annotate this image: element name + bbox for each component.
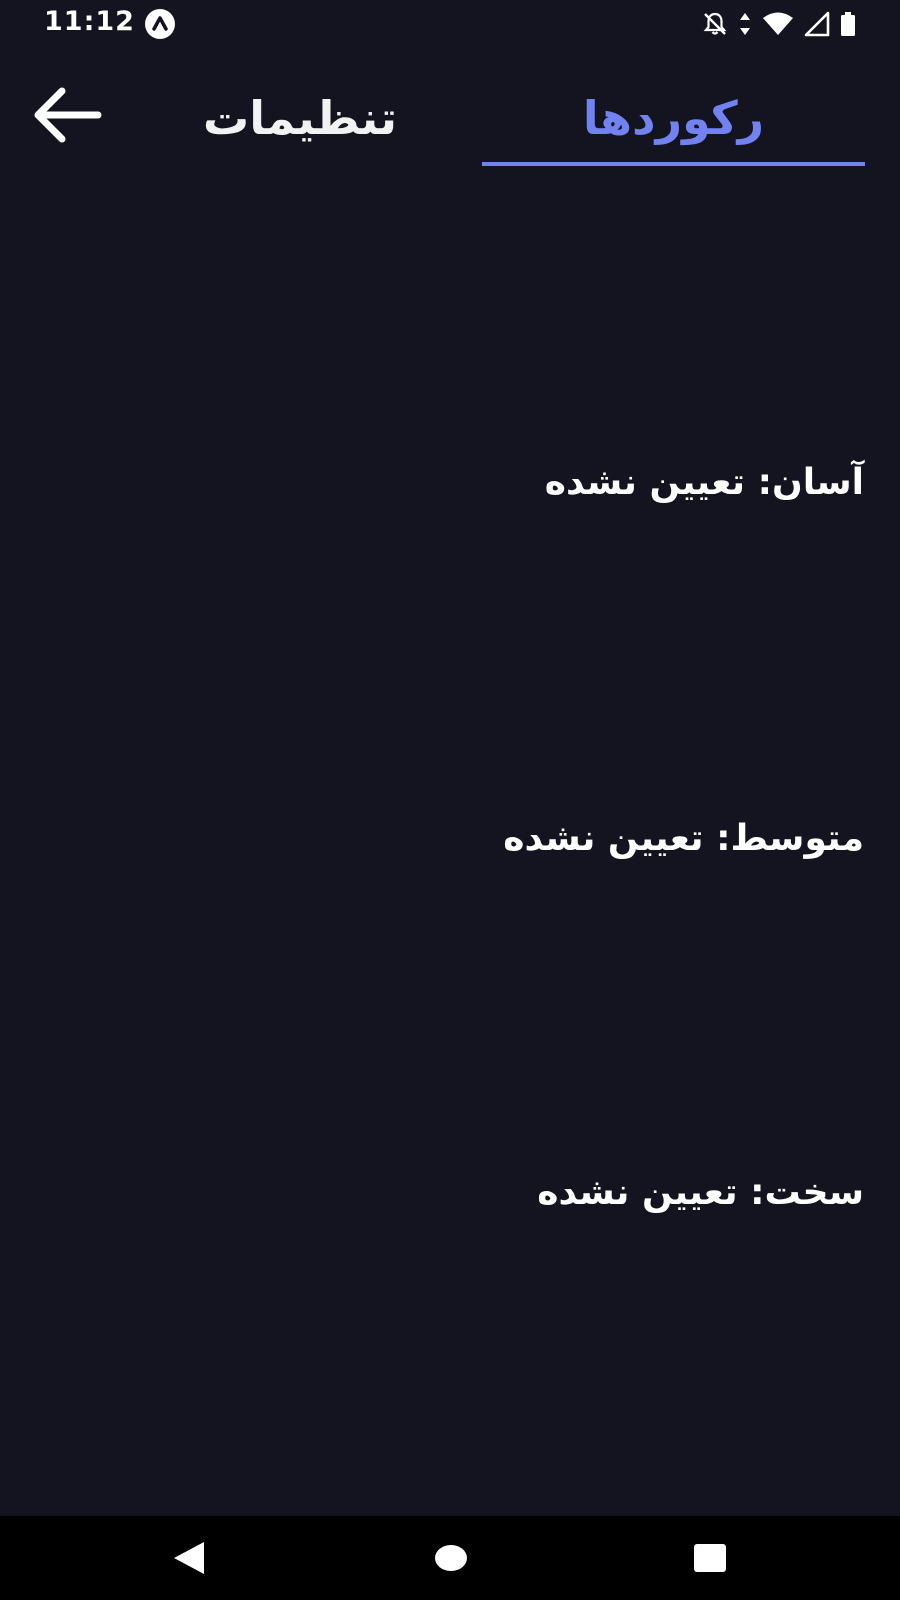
- battery-icon: [840, 11, 856, 37]
- data-arrows-icon: [738, 11, 752, 37]
- active-tab-indicator: [482, 162, 865, 166]
- status-icons: [702, 10, 856, 38]
- nav-back-button[interactable]: [166, 1534, 214, 1582]
- top-tab-bar: تنظیمات رکوردها: [0, 60, 900, 170]
- status-bar: 11:12: [0, 0, 900, 48]
- record-hard: سخت: تعیین نشده: [537, 1172, 864, 1213]
- back-button[interactable]: [28, 80, 108, 150]
- tab-records-label: رکوردها: [582, 91, 765, 145]
- app-screen: 11:12 تنظیمات رکوردها آسان: تعیین نشده م…: [0, 0, 900, 1600]
- tab-settings-label: تنظیمات: [203, 91, 397, 145]
- record-medium: متوسط: تعیین نشده: [503, 818, 864, 859]
- wifi-icon: [762, 11, 794, 37]
- app-notification-icon: [144, 8, 176, 40]
- tab-records[interactable]: رکوردها: [482, 70, 865, 166]
- system-navigation-bar: [0, 1516, 900, 1600]
- nav-recents-button[interactable]: [686, 1534, 734, 1582]
- notifications-off-icon: [702, 11, 728, 37]
- nav-back-icon: [174, 1542, 204, 1574]
- nav-recents-icon: [694, 1544, 726, 1572]
- cell-signal-icon: [804, 11, 830, 37]
- nav-home-icon: [435, 1545, 467, 1571]
- status-time: 11:12: [44, 6, 135, 37]
- arrow-left-icon: [34, 87, 102, 143]
- tab-settings[interactable]: تنظیمات: [150, 70, 450, 166]
- record-easy: آسان: تعیین نشده: [544, 462, 864, 503]
- nav-home-button[interactable]: [427, 1534, 475, 1582]
